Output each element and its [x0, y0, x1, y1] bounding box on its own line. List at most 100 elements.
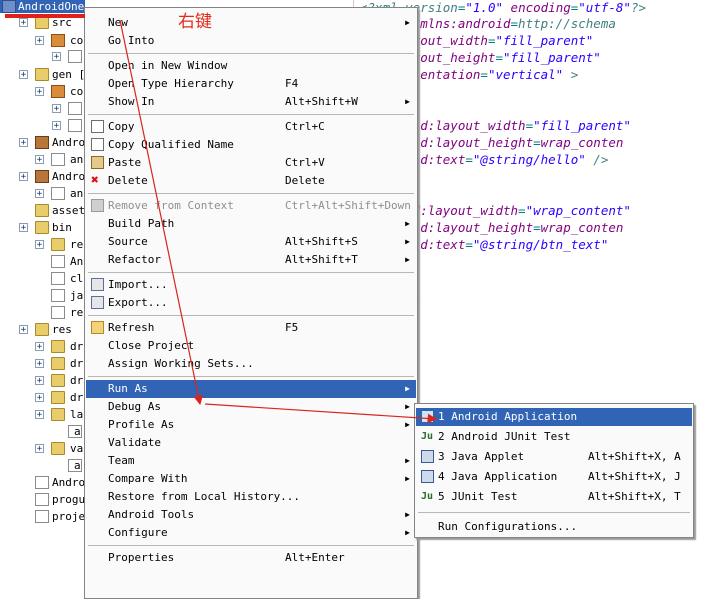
- menu-item-shortcut: Alt+Enter: [285, 551, 345, 564]
- tree-item[interactable]: asset: [0, 202, 85, 219]
- tree-item[interactable]: +J: [0, 117, 85, 134]
- paste-icon: [91, 156, 104, 169]
- expand-toggle-icon[interactable]: +: [35, 393, 44, 403]
- tree-item-label: dr: [70, 374, 84, 387]
- menu-item-source[interactable]: Source Alt+Shift+S ▶: [86, 233, 416, 251]
- tree-item[interactable]: cl: [0, 270, 85, 287]
- expand-toggle-icon[interactable]: +: [19, 18, 28, 28]
- run-as-item-3-java-applet[interactable]: 3 Java Applet Alt+Shift+X, A: [416, 448, 692, 466]
- menu-item-properties[interactable]: Properties Alt+Enter: [86, 549, 416, 567]
- menu-item-new[interactable]: New ▶: [86, 14, 416, 32]
- tree-item[interactable]: + dr: [0, 389, 85, 406]
- tree-item[interactable]: + bin: [0, 219, 85, 236]
- tree-item[interactable]: + dr: [0, 338, 85, 355]
- menu-item-android-tools[interactable]: Android Tools ▶: [86, 506, 416, 524]
- expand-toggle-icon[interactable]: +: [19, 172, 28, 182]
- menu-item-build-path[interactable]: Build Path ▶: [86, 215, 416, 233]
- tree-item[interactable]: + dr: [0, 372, 85, 389]
- expand-toggle-icon[interactable]: +: [35, 342, 44, 352]
- expand-toggle-icon[interactable]: +: [35, 87, 44, 97]
- tree-item[interactable]: +J: [0, 100, 85, 117]
- expand-toggle-icon[interactable]: +: [35, 189, 44, 199]
- expand-toggle-icon[interactable]: +: [19, 138, 28, 148]
- menu-item-label: Restore from Local History...: [108, 490, 301, 503]
- menu-item-refresh[interactable]: Refresh F5: [86, 319, 416, 337]
- run-as-item-2-android-junit-test[interactable]: Ju 2 Android JUnit Test: [416, 428, 692, 446]
- tree-item[interactable]: re: [0, 304, 85, 321]
- expand-toggle-icon[interactable]: +: [52, 104, 61, 114]
- tree-item[interactable]: + co: [0, 32, 85, 49]
- menu-item-compare-with[interactable]: Compare With ▶: [86, 470, 416, 488]
- menu-item-copy-qualified-name[interactable]: Copy Qualified Name: [86, 136, 416, 154]
- menu-item-restore-from-local-history[interactable]: Restore from Local History...: [86, 488, 416, 506]
- tree-item[interactable]: a: [0, 423, 85, 440]
- menu-item-copy[interactable]: Copy Ctrl+C: [86, 118, 416, 136]
- menu-item-configure[interactable]: Configure ▶: [86, 524, 416, 542]
- tree-item-label: and: [70, 187, 85, 200]
- menu-item-team[interactable]: Team ▶: [86, 452, 416, 470]
- menu-item-open-in-new-window[interactable]: Open in New Window: [86, 57, 416, 75]
- expand-toggle-icon[interactable]: +: [52, 52, 61, 62]
- file-icon: [51, 306, 65, 319]
- menu-item-shortcut: Alt+Shift+S: [285, 235, 358, 248]
- menu-item-label: Debug As: [108, 400, 161, 413]
- expand-toggle-icon[interactable]: +: [19, 325, 28, 335]
- tree-item[interactable]: + va: [0, 440, 85, 457]
- menu-item-go-into[interactable]: Go Into: [86, 32, 416, 50]
- expand-toggle-icon[interactable]: +: [35, 240, 44, 250]
- menu-item-paste[interactable]: Paste Ctrl+V: [86, 154, 416, 172]
- menu-item-delete[interactable]: ✖ Delete Delete: [86, 172, 416, 190]
- expand-toggle-icon[interactable]: +: [35, 376, 44, 386]
- tree-item[interactable]: + and: [0, 151, 85, 168]
- run-as-item-1-android-application[interactable]: 1 Android Application: [416, 408, 692, 426]
- menu-item-validate[interactable]: Validate: [86, 434, 416, 452]
- submenu-arrow-icon: ▶: [405, 474, 410, 483]
- file-icon: [35, 476, 49, 489]
- expand-toggle-icon[interactable]: +: [35, 36, 44, 46]
- menu-item-export[interactable]: Export...: [86, 294, 416, 312]
- expand-toggle-icon[interactable]: +: [19, 223, 28, 233]
- menu-item-run-as[interactable]: Run As ▶: [86, 380, 416, 398]
- menu-item-close-project[interactable]: Close Project: [86, 337, 416, 355]
- tree-item[interactable]: progu: [0, 491, 85, 508]
- expand-toggle-icon[interactable]: +: [19, 70, 28, 80]
- tree-item[interactable]: + res: [0, 321, 85, 338]
- menu-item-assign-working-sets[interactable]: Assign Working Sets...: [86, 355, 416, 373]
- tree-item[interactable]: ja: [0, 287, 85, 304]
- expand-toggle-icon[interactable]: +: [35, 359, 44, 369]
- menu-item-label: Show In: [108, 95, 155, 108]
- submenu-arrow-icon: ▶: [405, 420, 410, 429]
- tree-item[interactable]: + Andro: [0, 168, 85, 185]
- menu-item-import[interactable]: Import...: [86, 276, 416, 294]
- tree-item[interactable]: +J: [0, 48, 85, 65]
- menu-item-label: Team: [108, 454, 135, 467]
- tree-item[interactable]: + co: [0, 83, 85, 100]
- tree-item-label: co: [70, 85, 84, 98]
- tree-item[interactable]: + dr: [0, 355, 85, 372]
- tree-item[interactable]: + and: [0, 185, 85, 202]
- run-as-item-4-java-application[interactable]: 4 Java Application Alt+Shift+X, J: [416, 468, 692, 486]
- menu-item-show-in[interactable]: Show In Alt+Shift+W ▶: [86, 93, 416, 111]
- tree-item[interactable]: + la: [0, 406, 85, 423]
- expand-toggle-icon[interactable]: +: [35, 155, 44, 165]
- tree-item-label: bin: [52, 221, 72, 234]
- tree-item[interactable]: An: [0, 253, 85, 270]
- menu-item-profile-as[interactable]: Profile As ▶: [86, 416, 416, 434]
- menu-item-debug-as[interactable]: Debug As ▶: [86, 398, 416, 416]
- menu-item-refactor[interactable]: Refactor Alt+Shift+T ▶: [86, 251, 416, 269]
- delete-icon: ✖: [91, 173, 99, 188]
- tree-item[interactable]: Andro: [0, 474, 85, 491]
- tree-item[interactable]: + re: [0, 236, 85, 253]
- expand-toggle-icon[interactable]: +: [52, 121, 61, 131]
- run-as-item-5-junit-test[interactable]: Ju 5 JUnit Test Alt+Shift+X, T: [416, 488, 692, 506]
- tree-item[interactable]: + Andro: [0, 134, 85, 151]
- folder-icon: [35, 68, 49, 81]
- expand-toggle-icon[interactable]: +: [35, 410, 44, 420]
- expand-toggle-icon[interactable]: +: [35, 444, 44, 454]
- tree-item[interactable]: proje: [0, 508, 85, 525]
- menu-item-open-type-hierarchy[interactable]: Open Type Hierarchy F4: [86, 75, 416, 93]
- tree-item-label: Andro: [52, 136, 85, 149]
- tree-item[interactable]: a: [0, 457, 85, 474]
- run-as-item-run-configurations[interactable]: Run Configurations...: [416, 518, 692, 536]
- tree-item[interactable]: + gen [: [0, 66, 85, 83]
